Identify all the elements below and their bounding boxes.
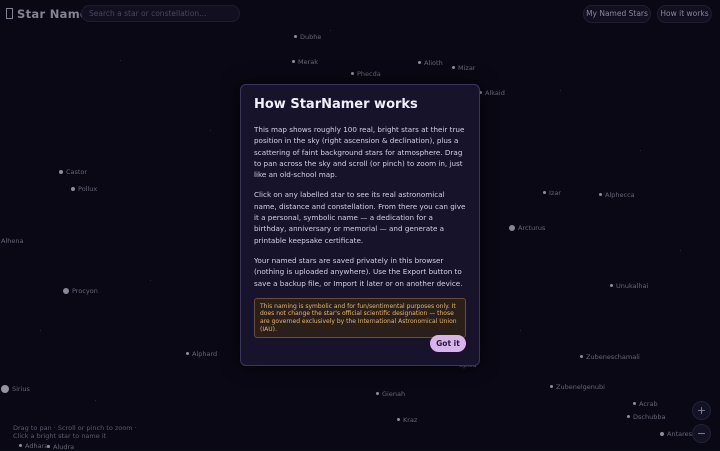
dialog-paragraph: Your named stars are saved privately in … [254, 255, 463, 288]
got-it-button[interactable]: Got it [430, 335, 466, 352]
dialog-paragraph: Click on any labelled star to see its re… [254, 190, 466, 245]
dialog-paragraph: This map shows roughly 100 real, bright … [254, 125, 465, 180]
dialog-title: How StarNamer works [254, 97, 418, 112]
disclaimer-notice: This naming is symbolic and for fun/sent… [254, 297, 466, 339]
how-it-works-dialog: How StarNamer works This map shows rough… [240, 84, 480, 366]
